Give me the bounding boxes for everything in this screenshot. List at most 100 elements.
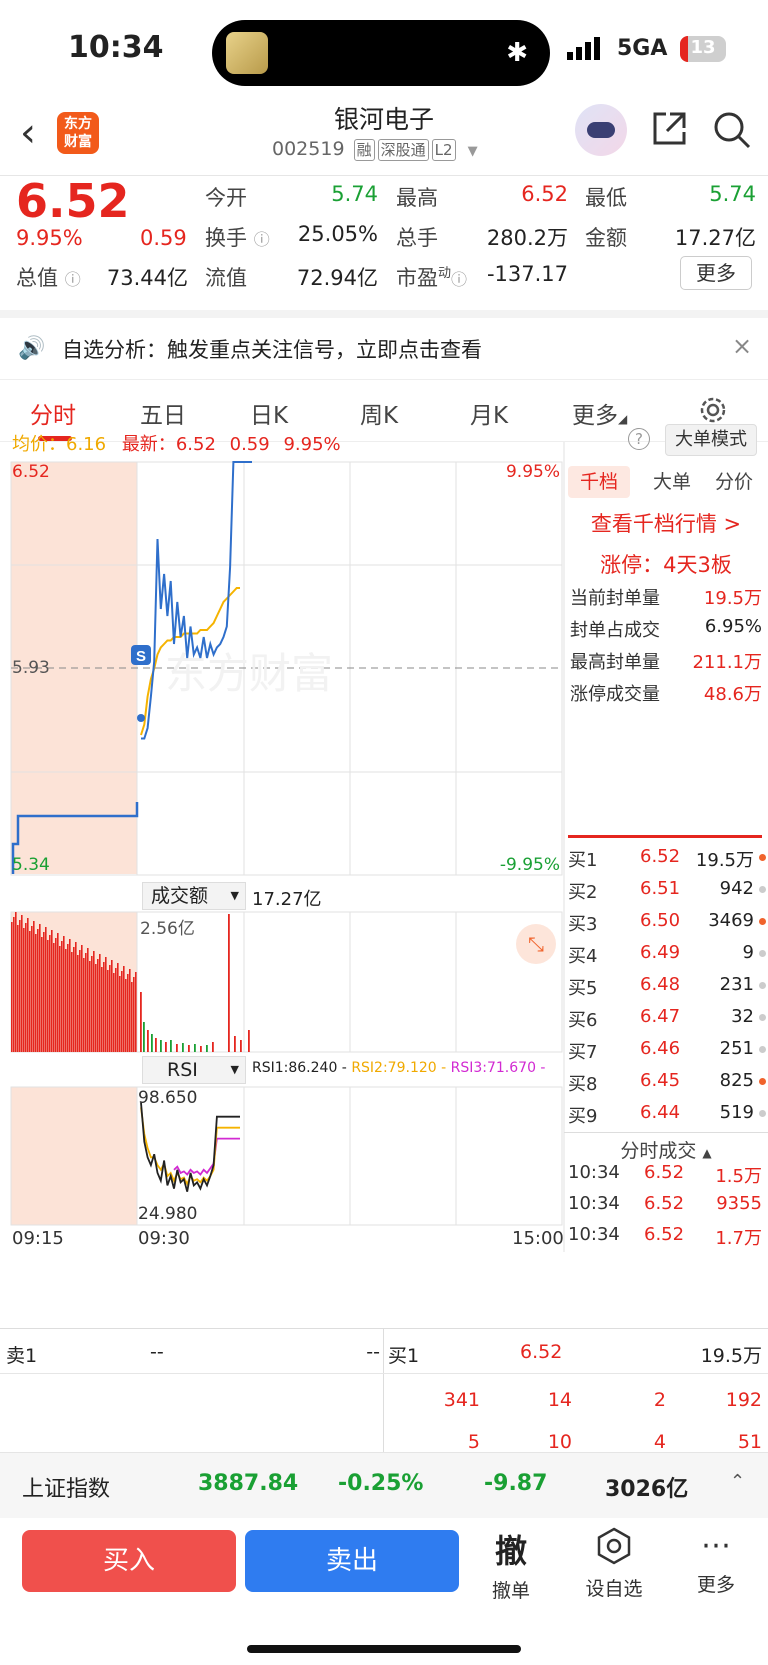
open-label: 今开 [205,186,247,210]
tab-weekly-k[interactable]: 周K [360,396,398,430]
tick-row: 10:34 6.52 9355 [568,1193,768,1225]
tab-price-dist[interactable]: 分价 [706,466,762,498]
trade-more-button[interactable]: ⋯ 更多 [676,1526,756,1597]
bid-ask-divider [568,835,762,838]
tab-more[interactable]: 更多◢ [572,396,627,430]
volume-bar [81,945,83,1052]
s-marker: S [136,648,146,665]
add-watchlist-button[interactable]: 设自选 [574,1526,654,1601]
bid-dot [759,1110,766,1117]
ask1-label: 卖1 [6,1345,38,1367]
tab-more-label: 更多 [572,403,618,429]
bid-row[interactable]: 买8 6.45 825 [568,1070,768,1102]
price-lines [140,461,252,740]
big-order-mode-button[interactable]: 大单模式 [665,424,757,456]
notice-bar[interactable]: 🔊 自选分析：触发重点关注信号，立即点击查看 × [0,318,768,380]
tick-row: 10:34 6.52 1.5万 [568,1162,768,1194]
change-value: 0.59 [140,226,187,250]
tab-thousand-level[interactable]: 千档 [568,466,630,498]
limit-stat-row: 封单占成交 6.95% [570,616,762,646]
rsi-indicator-selector[interactable]: RSI ▼ [142,1056,246,1084]
high-value: 6.52 [521,182,568,206]
bid-label: 买9 [568,1106,598,1127]
bid-row[interactable]: 买2 6.51 942 [568,878,768,910]
volume-bar [206,1045,208,1052]
volume-bar [15,912,17,1052]
buy-button[interactable]: 买入 [22,1530,236,1592]
volume-bar [49,935,51,1052]
pe-value: -137.17 [486,262,568,286]
bid-row[interactable]: 买5 6.48 231 [568,974,768,1006]
ticks-title-text: 分时成交 [620,1140,697,1162]
info-icon[interactable]: ⓘ [451,270,467,289]
bid-row[interactable]: 买6 6.47 32 [568,1006,768,1038]
bid-volume: 825 [719,1070,754,1091]
bid-row[interactable]: 买4 6.49 9 [568,942,768,974]
stat-value: 19.5万 [703,588,762,609]
search-icon[interactable] [712,110,752,150]
expand-icon[interactable]: ⤡ [516,924,556,964]
tab-big-order[interactable]: 大单 [644,466,700,498]
volume-bar [147,1030,149,1052]
more-button[interactable]: 更多 [680,256,752,290]
dots-icon: ⋯ [701,1528,731,1563]
stock-code-row[interactable]: 002519 融深股通 L2 ▼ [272,138,478,161]
bid-price: 6.52 [640,846,681,867]
rsi2-value: RSI2:79.120 - [351,1060,447,1076]
bid-dot [759,1014,766,1021]
bid-row[interactable]: 买7 6.46 251 [568,1038,768,1070]
cancel-order-button[interactable]: 撤 撤单 [471,1526,551,1603]
volume-total: 17.27亿 [252,889,322,910]
sell-button[interactable]: 卖出 [245,1530,459,1592]
price-line [141,461,252,740]
close-icon[interactable]: × [732,332,752,360]
bid-dot [759,886,766,893]
caret-icon: ▼ [230,889,239,902]
info-icon[interactable]: ⓘ [254,230,270,249]
turnover-value: 25.05% [297,222,378,246]
tick-price: 6.52 [644,1224,685,1245]
volume-bar [131,982,133,1052]
expand-up-icon[interactable]: ⌃ [730,1471,745,1492]
volume-bar [59,946,61,1052]
stock-header: ‹ 东方 财富 银河电子 002519 融深股通 L2 ▼ [0,100,768,176]
change-percent: 9.95% [16,226,83,250]
bid-volume: 231 [719,974,754,995]
rsi-bot-label: 24.980 [138,1204,198,1224]
tab-daily-k[interactable]: 日K [250,396,288,430]
volume-bar [13,917,15,1052]
speaker-icon: 🔊 [18,336,46,361]
volume-bar [21,915,23,1052]
volume-bar [129,969,131,1052]
info-icon[interactable]: ⓘ [65,270,81,289]
queue-cell: 5 [467,1431,480,1453]
volume-bar [135,972,137,1052]
tab-intraday[interactable]: 分时 [30,396,76,430]
volume-bar [115,968,117,1052]
bid-row[interactable]: 买3 6.50 3469 [568,910,768,942]
tab-monthly-k[interactable]: 月K [470,396,508,430]
volume-bar [103,962,105,1052]
volume-bar [89,961,91,1052]
bid-row[interactable]: 买1 6.52 19.5万 [568,846,768,878]
view-thousand-level-link[interactable]: 查看千档行情 > [566,508,766,538]
help-icon[interactable]: ? [628,428,650,450]
share-icon[interactable] [650,110,688,148]
bid1-label: 买1 [388,1345,420,1367]
volume-indicator-selector[interactable]: 成交额 ▼ [142,882,246,910]
volume-bar [240,1040,242,1052]
rsi-top-label: 98.650 [138,1088,198,1108]
index-ticker-bar[interactable]: 上证指数 3887.84 -0.25% -9.87 3026亿 ⌃ [0,1452,768,1518]
volume-bar [29,931,31,1052]
volume-bar [27,918,29,1052]
tab-five-day[interactable]: 五日 [140,396,186,430]
robot-assistant-icon[interactable] [575,104,627,156]
quote-panel: 6.52 9.95% 0.59 总值 ⓘ 73.44亿 今开 5.74 换手 ⓘ… [0,174,768,318]
bid-row[interactable]: 买9 6.44 519 [568,1102,768,1134]
rsi3-value: RSI3:71.670 - [450,1060,546,1076]
time-open: 09:30 [138,1228,190,1249]
settings-gear-icon[interactable] [697,394,729,426]
right-tabs: 千档 大单 分价 [566,464,766,500]
ticks-title[interactable]: 分时成交 ▲ [566,1136,766,1163]
volume-bar [45,927,47,1052]
